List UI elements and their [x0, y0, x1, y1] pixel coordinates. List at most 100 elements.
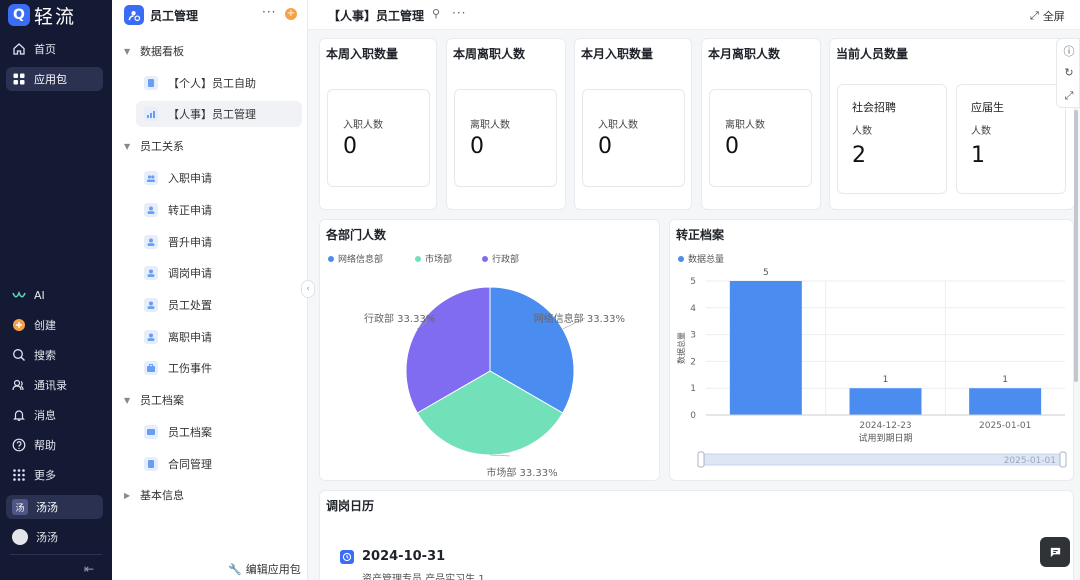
group-label: 员工档案 [140, 394, 184, 407]
bar[interactable] [969, 388, 1042, 415]
page-scrollbar[interactable] [1074, 110, 1078, 382]
calendar-date-text: 2024-10-31 [362, 549, 446, 564]
stat-box: 入职人数 0 [582, 89, 685, 187]
global-nav: Q 轻流 首页 应用包 AI 创建 搜索 通讯录 消息 帮助 更多 汤 汤汤 汤… [0, 0, 112, 580]
nav-item-ai[interactable]: AI [6, 283, 103, 307]
nav-item-user[interactable]: 汤汤 [6, 525, 103, 549]
edit-app-button[interactable]: 🔧 编辑应用包 [228, 561, 301, 577]
y-tick-label: 1 [690, 384, 696, 394]
sidebar-item-disciplinary[interactable]: 员工处置 [136, 292, 302, 318]
zoom-slider-handle[interactable] [697, 451, 705, 468]
card-title: 当前人员数量 [836, 47, 909, 61]
group-basic-info[interactable]: ▶ 基本信息 [124, 486, 184, 504]
sidebar-item-personal-self-service[interactable]: 【个人】员工自助 [136, 70, 302, 96]
stat-box: 应届生 人数 1 [956, 84, 1066, 194]
stat-box: 离职人数 0 [709, 89, 812, 187]
card-title: 调岗日历 [326, 499, 375, 513]
expand-icon[interactable]: ⤢ [1062, 89, 1076, 103]
sidebar-item-label: 员工处置 [168, 299, 212, 312]
nav-item-search[interactable]: 搜索 [6, 343, 103, 367]
pin-icon[interactable]: ⚲ [432, 7, 440, 20]
nav-label: 通讯录 [34, 379, 67, 392]
nav-label: 消息 [34, 409, 56, 422]
sidebar-item-promotion[interactable]: 晋升申请 [136, 229, 302, 255]
more-icon[interactable]: ··· [452, 6, 466, 20]
sidebar-item-label: 员工档案 [168, 426, 212, 439]
chat-icon [1050, 547, 1060, 557]
sidebar-item-hr-management[interactable]: 【人事】员工管理 [136, 101, 302, 127]
zoom-slider-handle[interactable] [1059, 451, 1067, 468]
group-dashboard[interactable]: ▼ 数据看板 [124, 42, 184, 60]
stat-value: 0 [470, 134, 484, 159]
sidebar-item-label: 调岗申请 [168, 267, 212, 280]
bar-data-label: 1 [883, 375, 889, 385]
fullscreen-button[interactable]: ⤢ 全屏 [1030, 8, 1065, 24]
group-employee-relations[interactable]: ▼ 员工关系 [124, 137, 184, 155]
refresh-icon[interactable]: ↻ [1062, 66, 1076, 80]
user-icon [144, 203, 158, 217]
nav-item-apps[interactable]: 应用包 [6, 67, 103, 91]
pie-label: 网络信息部 33.33% [534, 312, 625, 325]
bar-chart-icon [144, 107, 158, 121]
group-employee-files[interactable]: ▼ 员工档案 [124, 391, 184, 409]
collapse-nav-icon[interactable]: ⇤ [84, 562, 94, 576]
contacts-icon [12, 378, 26, 392]
x-tick-label: 2024-12-23 [859, 421, 911, 431]
nav-item-contacts[interactable]: 通讯录 [6, 373, 103, 397]
stat-value: 0 [598, 134, 612, 159]
sidebar-item-regularization[interactable]: 转正申请 [136, 197, 302, 223]
nav-label: 创建 [34, 319, 56, 332]
caret-right-icon: ▶ [124, 490, 131, 500]
wrench-icon: 🔧 [228, 562, 242, 576]
stat-label: 离职人数 [725, 120, 765, 131]
stat-value: 2 [852, 143, 866, 168]
stat-card: 本周入职数量 入职人数 0 [319, 38, 437, 210]
more-icon[interactable]: ··· [262, 5, 276, 19]
nav-item-more[interactable]: 更多 [6, 463, 103, 487]
collapse-sidebar-icon[interactable]: ‹ [301, 280, 315, 298]
stat-value: 0 [343, 134, 357, 159]
add-icon[interactable]: + [285, 8, 297, 20]
nav-item-home[interactable]: 首页 [6, 37, 103, 61]
nav-label: AI [34, 288, 45, 302]
sidebar-item-transfer[interactable]: 调岗申请 [136, 260, 302, 286]
nav-label: 帮助 [34, 439, 56, 452]
bar[interactable] [729, 281, 802, 415]
pie-label-line [489, 454, 511, 457]
home-icon [12, 42, 26, 56]
sidebar-item-work-injury[interactable]: 工伤事件 [136, 355, 302, 381]
user-avatar [12, 529, 28, 545]
sidebar-item-label: 合同管理 [168, 458, 212, 471]
page-title: 【人事】员工管理 [328, 9, 425, 23]
help-icon [12, 438, 26, 452]
sidebar-item-contracts[interactable]: 合同管理 [136, 451, 302, 477]
department-headcount-card: 各部门人数 网络信息部 市场部 行政部 网络信息部 33.33% 市场部 33.3… [319, 219, 660, 481]
app-title: 员工管理 [150, 8, 199, 23]
x-axis-label: 试用到期日期 [858, 432, 912, 444]
doc-icon [144, 76, 158, 90]
current-headcount-card: 当前人员数量 社会招聘 人数 2 应届生 人数 1 [829, 38, 1075, 210]
nav-label: 应用包 [34, 73, 67, 86]
sidebar-item-resignation[interactable]: 离职申请 [136, 324, 302, 350]
y-tick-label: 4 [690, 304, 696, 314]
nav-item-workspace[interactable]: 汤 汤汤 [6, 495, 103, 519]
info-icon[interactable]: ⓘ [1062, 43, 1076, 58]
sidebar-item-label: 工伤事件 [168, 362, 212, 375]
y-tick-label: 5 [690, 277, 696, 287]
app-sidebar: 员工管理 ··· + ▼ 数据看板 【个人】员工自助 【人事】员工管理 ▼ 员工… [112, 0, 308, 580]
nav-item-help[interactable]: 帮助 [6, 433, 103, 457]
bar[interactable] [849, 388, 922, 415]
brand-logo[interactable]: Q 轻流 [8, 4, 76, 28]
sidebar-item-onboarding[interactable]: 入职申请 [136, 165, 302, 191]
chat-button[interactable] [1040, 537, 1070, 567]
nav-item-messages[interactable]: 消息 [6, 403, 103, 427]
card-title: 本月离职人数 [708, 47, 781, 61]
stat-card: 本月离职人数 离职人数 0 [701, 38, 821, 210]
nav-label: 搜索 [34, 349, 56, 362]
sidebar-item-employee-file[interactable]: 员工档案 [136, 419, 302, 445]
briefcase-icon [144, 361, 158, 375]
calendar-entry[interactable]: 资产管理专员 产品实习生 1 [362, 570, 485, 580]
nav-item-create[interactable]: 创建 [6, 313, 103, 337]
clock-icon [340, 549, 354, 564]
user-icon [144, 298, 158, 312]
